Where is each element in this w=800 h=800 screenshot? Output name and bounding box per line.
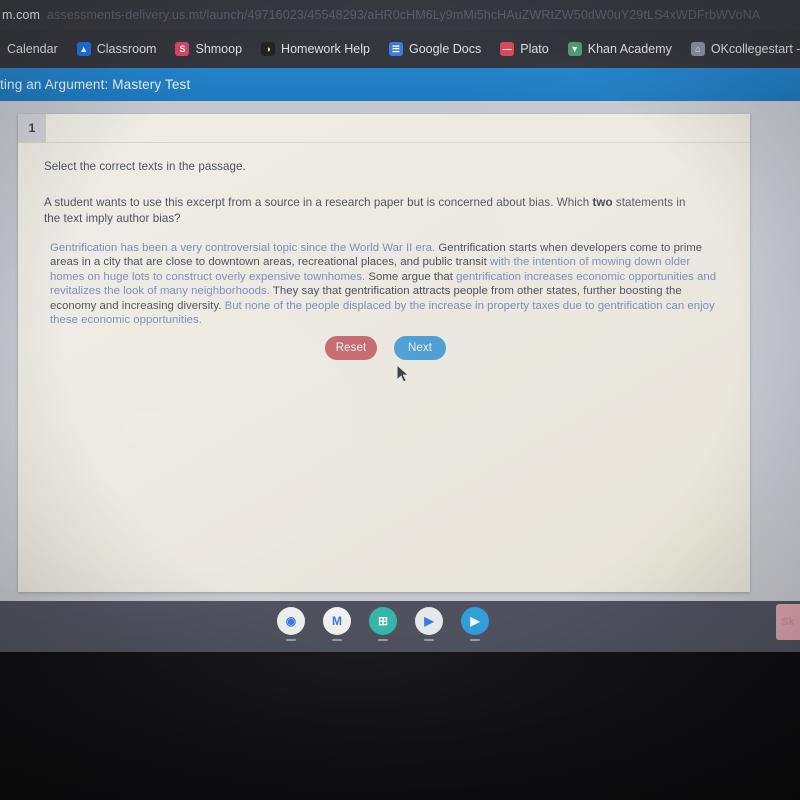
- bookmark-label: Khan Academy: [587, 42, 672, 56]
- notification-toast[interactable]: Sk: [776, 604, 800, 640]
- card-divider: [18, 142, 750, 143]
- classroom-icon: ▲: [76, 42, 91, 56]
- assessment-header: ting an Argument: Mastery Test: [0, 68, 800, 101]
- bookmark-label: Plato: [520, 42, 549, 56]
- bookmark-shmoop[interactable]: S Shmoop: [168, 39, 249, 59]
- laptop-screen-photo: m.com assessments-delivery.us.mt/launch/…: [0, 0, 800, 800]
- reset-button[interactable]: Reset: [325, 336, 377, 360]
- bookmark-label: Google Docs: [408, 42, 482, 56]
- khan-academy-icon: ▼: [567, 42, 582, 56]
- bookmark-label: Shmoop: [195, 42, 243, 56]
- bookmark-label: Calendar: [7, 42, 58, 56]
- bookmark-homework-help[interactable]: ◑ Homework Help: [254, 39, 377, 59]
- passage-text[interactable]: Gentrification has been a very controver…: [50, 241, 718, 327]
- prompt-emphasis: two: [592, 196, 613, 209]
- shmoop-icon: S: [175, 42, 190, 56]
- prompt-pre: A student wants to use this excerpt from…: [44, 196, 593, 209]
- bookmark-label: OKcollegestart - Po...: [710, 42, 800, 56]
- page-title: ting an Argument: Mastery Test: [0, 77, 191, 92]
- mouse-cursor-icon: [396, 364, 410, 383]
- homework-help-icon: ◑: [261, 42, 276, 56]
- passage-static-span: Some argue that: [365, 270, 453, 283]
- address-bar[interactable]: m.com assessments-delivery.us.mt/launch/…: [0, 0, 800, 30]
- bookmark-label: Homework Help: [281, 42, 370, 56]
- next-button[interactable]: Next: [394, 336, 446, 360]
- passage-selectable-span[interactable]: Gentrification has been a very controver…: [50, 242, 435, 254]
- bookmark-calendar[interactable]: 31Calendar: [0, 39, 65, 59]
- url-path: assessments-delivery.us.mt/launch/497160…: [47, 8, 761, 22]
- shelf-app-icons[interactable]: ◉ M ⊞ ▶ ▶: [277, 607, 489, 635]
- browser-window: m.com assessments-delivery.us.mt/launch/…: [0, 0, 800, 652]
- bookmark-khan-academy[interactable]: ▼ Khan Academy: [561, 39, 679, 59]
- gmail-icon[interactable]: M: [323, 607, 351, 635]
- instruction-text: Select the correct texts in the passage.: [44, 160, 246, 173]
- button-row: Reset Next: [325, 336, 446, 360]
- bookmark-label: Classroom: [96, 42, 157, 56]
- bookmarks-bar[interactable]: 31Calendar ▲ Classroom S Shmoop ◑ Homework Hel…: [0, 30, 800, 68]
- video-call-icon[interactable]: ▶: [461, 607, 489, 635]
- bookmark-okcollegestart-po[interactable]: ⌂ OKcollegestart - Po...: [684, 39, 800, 59]
- chrome-icon[interactable]: ◉: [277, 607, 305, 635]
- graduation-cap-icon: ⌂: [690, 42, 705, 56]
- question-prompt: A student wants to use this excerpt from…: [44, 195, 704, 227]
- laptop-bezel: 00 9602Y: [0, 652, 800, 800]
- plato-icon: —: [500, 42, 515, 56]
- bookmark-google-docs[interactable]: ☰ Google Docs: [382, 39, 488, 59]
- calculator-icon[interactable]: ⊞: [369, 607, 397, 635]
- question-number-badge: 1: [18, 114, 46, 142]
- url-domain: m.com: [2, 8, 40, 22]
- bookmark-classroom[interactable]: ▲ Classroom: [70, 39, 164, 59]
- google-slides-icon[interactable]: ▶: [415, 607, 443, 635]
- bookmark-plato[interactable]: — Plato: [493, 39, 556, 59]
- google-docs-icon: ☰: [388, 42, 403, 56]
